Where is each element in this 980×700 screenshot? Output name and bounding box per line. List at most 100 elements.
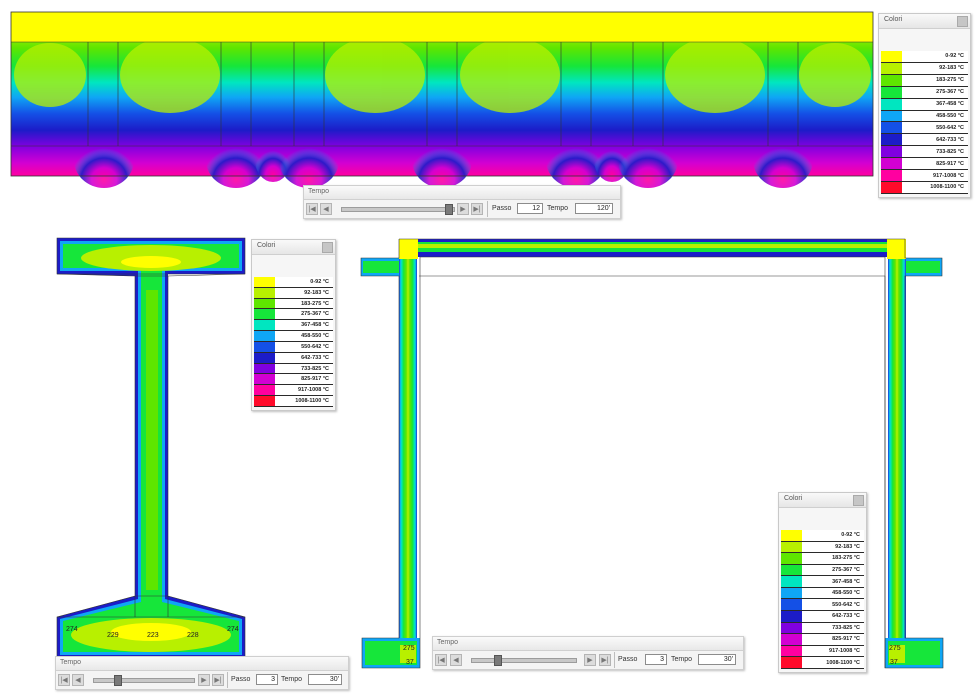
legend-swatch: [881, 51, 902, 62]
time-slider-thumb[interactable]: [494, 655, 502, 666]
ibeam-label-4: 228: [187, 632, 199, 639]
next-step-button[interactable]: ▶: [198, 674, 210, 686]
legend-range-label: 1008-1100 °C: [295, 398, 329, 405]
legend-row: 183-275 °C: [781, 553, 864, 565]
close-icon[interactable]: [322, 242, 333, 253]
ibeam-label-1: 274: [66, 626, 78, 633]
legend-range-label: 825-917 °C: [832, 636, 860, 643]
legend-range-label: 183-275 °C: [301, 300, 329, 307]
time-slider[interactable]: [93, 678, 195, 683]
legend-swatch: [881, 110, 902, 122]
legend-row: 1008-1100 °C: [781, 657, 864, 669]
legend-range-label: 458-550 °C: [936, 112, 964, 119]
prev-step-button[interactable]: ◀: [450, 654, 462, 666]
passo-label: Passo: [492, 205, 512, 212]
first-step-button[interactable]: |◀: [58, 674, 70, 686]
time-slider[interactable]: [341, 207, 455, 212]
time-slider[interactable]: [471, 658, 577, 663]
passo-field[interactable]: 3: [645, 654, 667, 665]
last-step-button[interactable]: ▶|: [471, 203, 483, 215]
legend-swatch: [881, 62, 902, 74]
legend-range-label: 1008-1100 °C: [826, 659, 860, 666]
tempo-label: Tempo: [281, 676, 303, 683]
legend-swatch: [781, 622, 802, 634]
tempo-panel-ibeam[interactable]: Tempo |◀ ◀ ▶ ▶| Passo 3 Tempo 30': [55, 656, 349, 690]
legend-row: 917-1008 °C: [781, 645, 864, 658]
legend-range-label: 275-367 °C: [936, 89, 964, 96]
legend-swatch: [881, 74, 902, 86]
legend-row: 0-92 °C: [881, 51, 968, 63]
legend-range-label: 0-92 °C: [841, 532, 860, 539]
legend-swatch: [254, 352, 275, 363]
legend-title: Colori: [884, 16, 903, 23]
legend-swatch: [781, 645, 802, 657]
legend-title: Colori: [257, 242, 276, 249]
legend-range-label: 733-825 °C: [832, 624, 860, 631]
legend-range-label: 917-1008 °C: [933, 172, 964, 179]
legend-panel-top[interactable]: Colori 0-92 °C 92-183 °C 183-275 °C 275-367…: [878, 13, 971, 198]
legend-range-label: 917-1008 °C: [298, 387, 329, 394]
legend-row: 367-458 °C: [781, 576, 864, 588]
legend-swatch: [781, 599, 802, 611]
legend-range-label: 0-92 °C: [945, 53, 964, 60]
legend-row: 733-825 °C: [881, 146, 968, 159]
legend-row: 642-733 °C: [254, 352, 333, 364]
passo-field[interactable]: 12: [517, 203, 543, 214]
legend-swatch: [881, 181, 902, 193]
time-slider-thumb[interactable]: [114, 675, 122, 686]
legend-swatch: [254, 331, 275, 341]
tempo-title: Tempo: [308, 188, 330, 195]
legend-swatch: [254, 385, 275, 396]
legend-row: 458-550 °C: [254, 331, 333, 342]
legend-rows: 0-92 °C 92-183 °C 183-275 °C 275-367 °C 367-…: [254, 277, 333, 407]
legend-panel-ibeam[interactable]: Colori 0-92 °C 92-183 °C 183-275 °C 275-367…: [251, 239, 336, 411]
last-step-button[interactable]: ▶|: [599, 654, 611, 666]
ibeam-thermal-map: [56, 237, 246, 659]
frame-label-right: 275: [889, 645, 901, 652]
prev-step-button[interactable]: ◀: [72, 674, 84, 686]
first-step-button[interactable]: |◀: [435, 654, 447, 666]
tempo-panel-frame[interactable]: Tempo |◀ ◀ ▶ ▶| Passo 3 Tempo 30': [432, 636, 744, 670]
legend-row: 183-275 °C: [881, 74, 968, 87]
tempo-field[interactable]: 30': [308, 674, 342, 685]
legend-swatch: [781, 611, 802, 622]
tempo-panel-top[interactable]: Tempo |◀ ◀ ▶ ▶| Passo 12 Tempo 120': [303, 185, 621, 219]
frame-label-left-small: 37: [406, 659, 414, 666]
time-slider-thumb[interactable]: [445, 204, 453, 215]
next-step-button[interactable]: ▶: [457, 203, 469, 215]
legend-row: 733-825 °C: [781, 622, 864, 635]
first-step-button[interactable]: |◀: [306, 203, 318, 215]
tempo-field[interactable]: 30': [698, 654, 736, 665]
legend-range-label: 367-458 °C: [936, 101, 964, 108]
close-icon[interactable]: [957, 16, 968, 27]
legend-swatch: [254, 396, 275, 406]
legend-range-label: 367-458 °C: [832, 578, 860, 585]
legend-swatch: [881, 98, 902, 110]
legend-swatch: [254, 374, 275, 385]
tempo-title: Tempo: [60, 659, 82, 666]
tempo-field[interactable]: 120': [575, 203, 613, 214]
legend-row: 92-183 °C: [781, 541, 864, 554]
legend-range-label: 183-275 °C: [936, 77, 964, 84]
close-icon[interactable]: [853, 495, 864, 506]
passo-field[interactable]: 3: [256, 674, 278, 685]
legend-swatch: [881, 158, 902, 170]
legend-row: 917-1008 °C: [881, 170, 968, 182]
legend-range-label: 642-733 °C: [301, 354, 329, 361]
last-step-button[interactable]: ▶|: [212, 674, 224, 686]
tempo-title: Tempo: [437, 639, 459, 646]
legend-range-label: 733-825 °C: [301, 365, 329, 372]
legend-swatch: [254, 320, 275, 331]
legend-row: 92-183 °C: [881, 62, 968, 75]
legend-row: 183-275 °C: [254, 298, 333, 310]
legend-range-label: 917-1008 °C: [829, 648, 860, 655]
next-step-button[interactable]: ▶: [584, 654, 596, 666]
prev-step-button[interactable]: ◀: [320, 203, 332, 215]
legend-swatch: [781, 634, 802, 645]
legend-panel-frame[interactable]: Colori 0-92 °C 92-183 °C 183-275 °C 275-367…: [778, 492, 867, 673]
legend-row: 458-550 °C: [881, 110, 968, 123]
legend-row: 550-642 °C: [254, 341, 333, 353]
legend-row: 550-642 °C: [781, 599, 864, 612]
legend-swatch: [781, 530, 802, 541]
legend-swatch: [781, 576, 802, 587]
